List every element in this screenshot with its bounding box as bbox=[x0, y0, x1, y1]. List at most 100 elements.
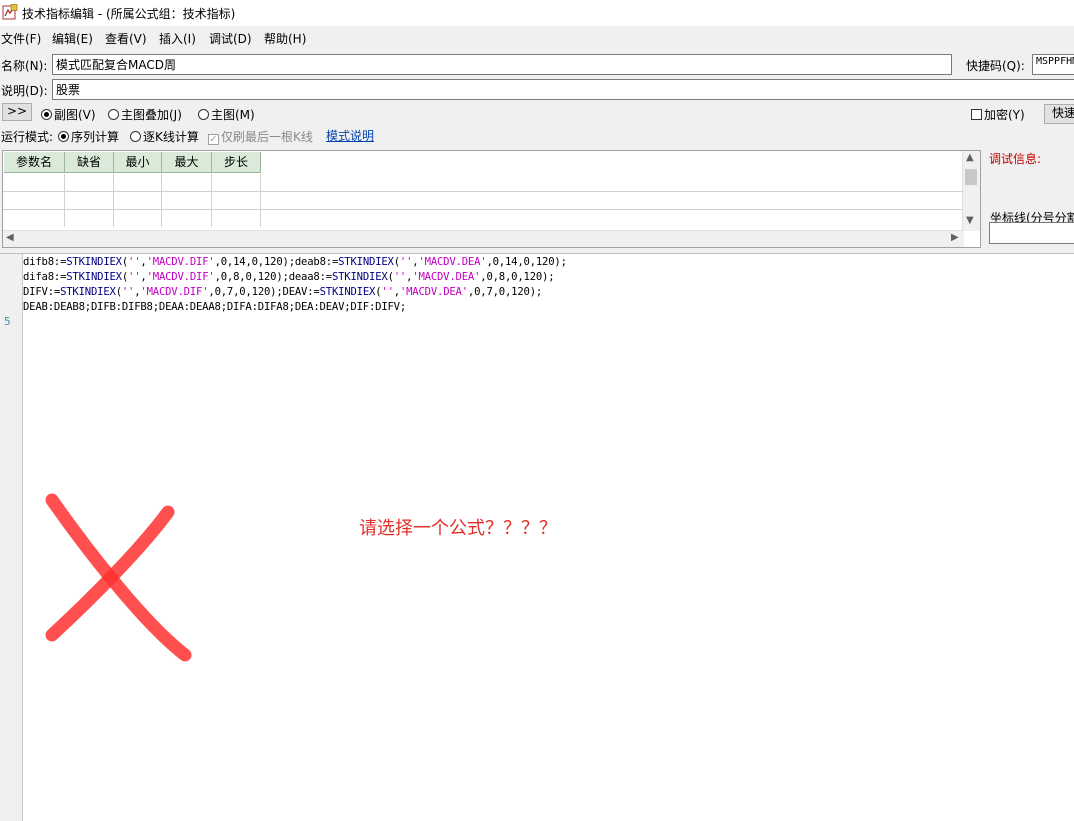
radio-icon bbox=[41, 109, 52, 120]
menu-debug[interactable]: 调试(D) bbox=[209, 30, 252, 47]
desc-label: 说明(D): bbox=[1, 84, 48, 98]
table-row[interactable] bbox=[3, 210, 964, 228]
name-field[interactable]: 模式匹配复合MACD周 bbox=[52, 54, 952, 75]
col-default[interactable]: 缺省 bbox=[65, 152, 114, 173]
code-string: '' bbox=[121, 286, 135, 298]
radio-subchart[interactable]: 副图(V) bbox=[41, 106, 96, 123]
code-string: '' bbox=[128, 256, 141, 268]
menu-file[interactable]: 文件(F) bbox=[1, 30, 41, 47]
table-cell[interactable] bbox=[114, 174, 162, 191]
horizontal-scrollbar[interactable]: ◀ ▶ bbox=[3, 230, 964, 247]
radio-series-calc[interactable]: 序列计算 bbox=[58, 128, 119, 145]
code-string: 'MACDV.DIF' bbox=[146, 271, 215, 283]
table-cell[interactable] bbox=[65, 192, 114, 209]
col-step[interactable]: 步长 bbox=[212, 152, 261, 173]
menu-view[interactable]: 查看(V) bbox=[105, 30, 147, 47]
scroll-up-icon[interactable]: ▲ bbox=[966, 152, 974, 163]
scroll-down-icon[interactable]: ▼ bbox=[966, 215, 974, 226]
menu-edit[interactable]: 编辑(E) bbox=[52, 30, 93, 47]
table-cell[interactable] bbox=[212, 192, 261, 209]
checkbox-icon bbox=[971, 109, 982, 120]
code-text: ,0,7,0,120); bbox=[467, 286, 543, 298]
table-row[interactable] bbox=[3, 192, 964, 210]
shortcut-field[interactable]: MSPPFHM bbox=[1032, 54, 1074, 75]
table-cell[interactable] bbox=[162, 192, 212, 209]
radio-main-chart[interactable]: 主图(M) bbox=[198, 106, 255, 123]
run-mode-label: 运行模式: bbox=[1, 130, 54, 144]
radio-icon bbox=[198, 109, 209, 120]
table-cell[interactable] bbox=[162, 210, 212, 227]
table-cell[interactable] bbox=[162, 174, 212, 191]
code-function: STKINDIEX bbox=[319, 286, 376, 298]
overlay-message: 请选择一个公式？？？？ bbox=[359, 518, 557, 539]
radio-icon bbox=[108, 109, 119, 120]
table-cell[interactable] bbox=[114, 210, 162, 227]
code-function: STKINDIEX bbox=[331, 271, 388, 283]
radio-icon bbox=[58, 131, 69, 142]
table-cell[interactable] bbox=[3, 192, 65, 209]
menu-help[interactable]: 帮助(H) bbox=[264, 30, 306, 47]
table-cell[interactable] bbox=[212, 210, 261, 227]
code-string: 'MACDV.DIF' bbox=[140, 286, 209, 298]
menu-bar: 文件(F) 编辑(E) 查看(V) 插入(I) 调试(D) 帮助(H) bbox=[0, 27, 1074, 47]
code-function: STKINDIEX bbox=[66, 256, 122, 268]
table-cell[interactable] bbox=[114, 192, 162, 209]
shortcut-label: 快捷码(Q): bbox=[966, 59, 1025, 73]
code-line[interactable]: difa8:=STKINDIEX('','MACDV.DIF',0,8,0,12… bbox=[23, 271, 555, 283]
radio-main-overlay[interactable]: 主图叠加(J) bbox=[108, 106, 182, 123]
code-text: difb8:= bbox=[23, 256, 67, 268]
radio-icon bbox=[130, 131, 141, 142]
scroll-right-icon[interactable]: ▶ bbox=[951, 232, 959, 243]
col-param-name[interactable]: 参数名 bbox=[4, 152, 65, 173]
scroll-left-icon[interactable]: ◀ bbox=[6, 232, 14, 243]
code-text: DIFV:= bbox=[23, 286, 61, 298]
desc-field[interactable]: 股票 bbox=[52, 79, 1074, 100]
param-table: 参数名 缺省 最小 最大 步长 ▲ ▼ ◀ ▶ bbox=[2, 150, 981, 248]
col-min[interactable]: 最小 bbox=[114, 152, 162, 173]
code-function: STKINDIEX bbox=[60, 286, 116, 298]
code-text: ,0,8,0,120);deaa8:= bbox=[214, 271, 333, 283]
table-cell[interactable] bbox=[65, 174, 114, 191]
axis-lines-field[interactable] bbox=[989, 222, 1074, 244]
title-bar: 技术指标编辑 - (所属公式组：技术指标) bbox=[0, 0, 1074, 26]
table-cell[interactable] bbox=[65, 210, 114, 227]
table-row[interactable] bbox=[3, 174, 964, 192]
debug-info-label: 调试信息: bbox=[989, 152, 1042, 166]
code-line[interactable]: DEAB:DEAB8;DIFB:DIFB8;DEAA:DEAA8;DIFA:DI… bbox=[23, 301, 406, 313]
code-string: 'MACDV.DIF' bbox=[146, 256, 215, 268]
code-function: STKINDIEX bbox=[66, 271, 122, 283]
refresh-last-checkbox[interactable]: ✓ 仅刷最后一根K线 bbox=[208, 128, 313, 145]
code-text: ,0,14,0,120); bbox=[486, 256, 567, 268]
code-line[interactable]: DIFV:=STKINDIEX('','MACDV.DIF',0,7,0,120… bbox=[23, 286, 542, 298]
menu-insert[interactable]: 插入(I) bbox=[159, 30, 196, 47]
code-line[interactable]: difb8:=STKINDIEX('','MACDV.DIF',0,14,0,1… bbox=[23, 256, 567, 268]
code-text: DEAB:DEAB8;DIFB:DIFB8;DEAA:DEAA8;DIFA:DI… bbox=[23, 301, 407, 313]
check-mark-icon: ✓ bbox=[208, 134, 219, 145]
code-string: '' bbox=[399, 256, 413, 268]
code-function: STKINDIEX bbox=[338, 256, 394, 268]
window-title: 技术指标编辑 - (所属公式组：技术指标) bbox=[22, 7, 236, 21]
line-number: 5 bbox=[4, 315, 11, 328]
mode-help-link[interactable]: 模式说明 bbox=[326, 127, 374, 144]
scroll-thumb[interactable] bbox=[965, 169, 977, 185]
col-max[interactable]: 最大 bbox=[162, 152, 212, 173]
app-icon bbox=[2, 4, 18, 20]
radio-per-bar-calc[interactable]: 逐K线计算 bbox=[130, 128, 199, 145]
code-string: '' bbox=[393, 271, 407, 283]
table-cell[interactable] bbox=[212, 174, 261, 191]
vertical-scrollbar[interactable]: ▲ ▼ bbox=[962, 151, 980, 231]
code-string: '' bbox=[381, 286, 394, 298]
code-text: ,0,7,0,120);DEAV:= bbox=[208, 286, 320, 298]
code-string: '' bbox=[128, 271, 141, 283]
name-label: 名称(N): bbox=[1, 59, 48, 73]
code-string: 'MACDV.DEA' bbox=[399, 286, 468, 298]
table-cell[interactable] bbox=[3, 174, 65, 191]
quick-button[interactable]: 快速 bbox=[1044, 104, 1074, 124]
code-text: ,0,8,0,120); bbox=[480, 271, 555, 283]
code-text: difa8:= bbox=[23, 271, 67, 283]
code-text: ,0,14,0,120);deab8:= bbox=[214, 256, 339, 268]
expand-button[interactable]: >> bbox=[2, 103, 32, 121]
encrypt-checkbox[interactable]: 加密(Y) bbox=[971, 106, 1025, 123]
table-cell[interactable] bbox=[3, 210, 65, 227]
code-string: 'MACDV.DEA' bbox=[418, 256, 487, 268]
